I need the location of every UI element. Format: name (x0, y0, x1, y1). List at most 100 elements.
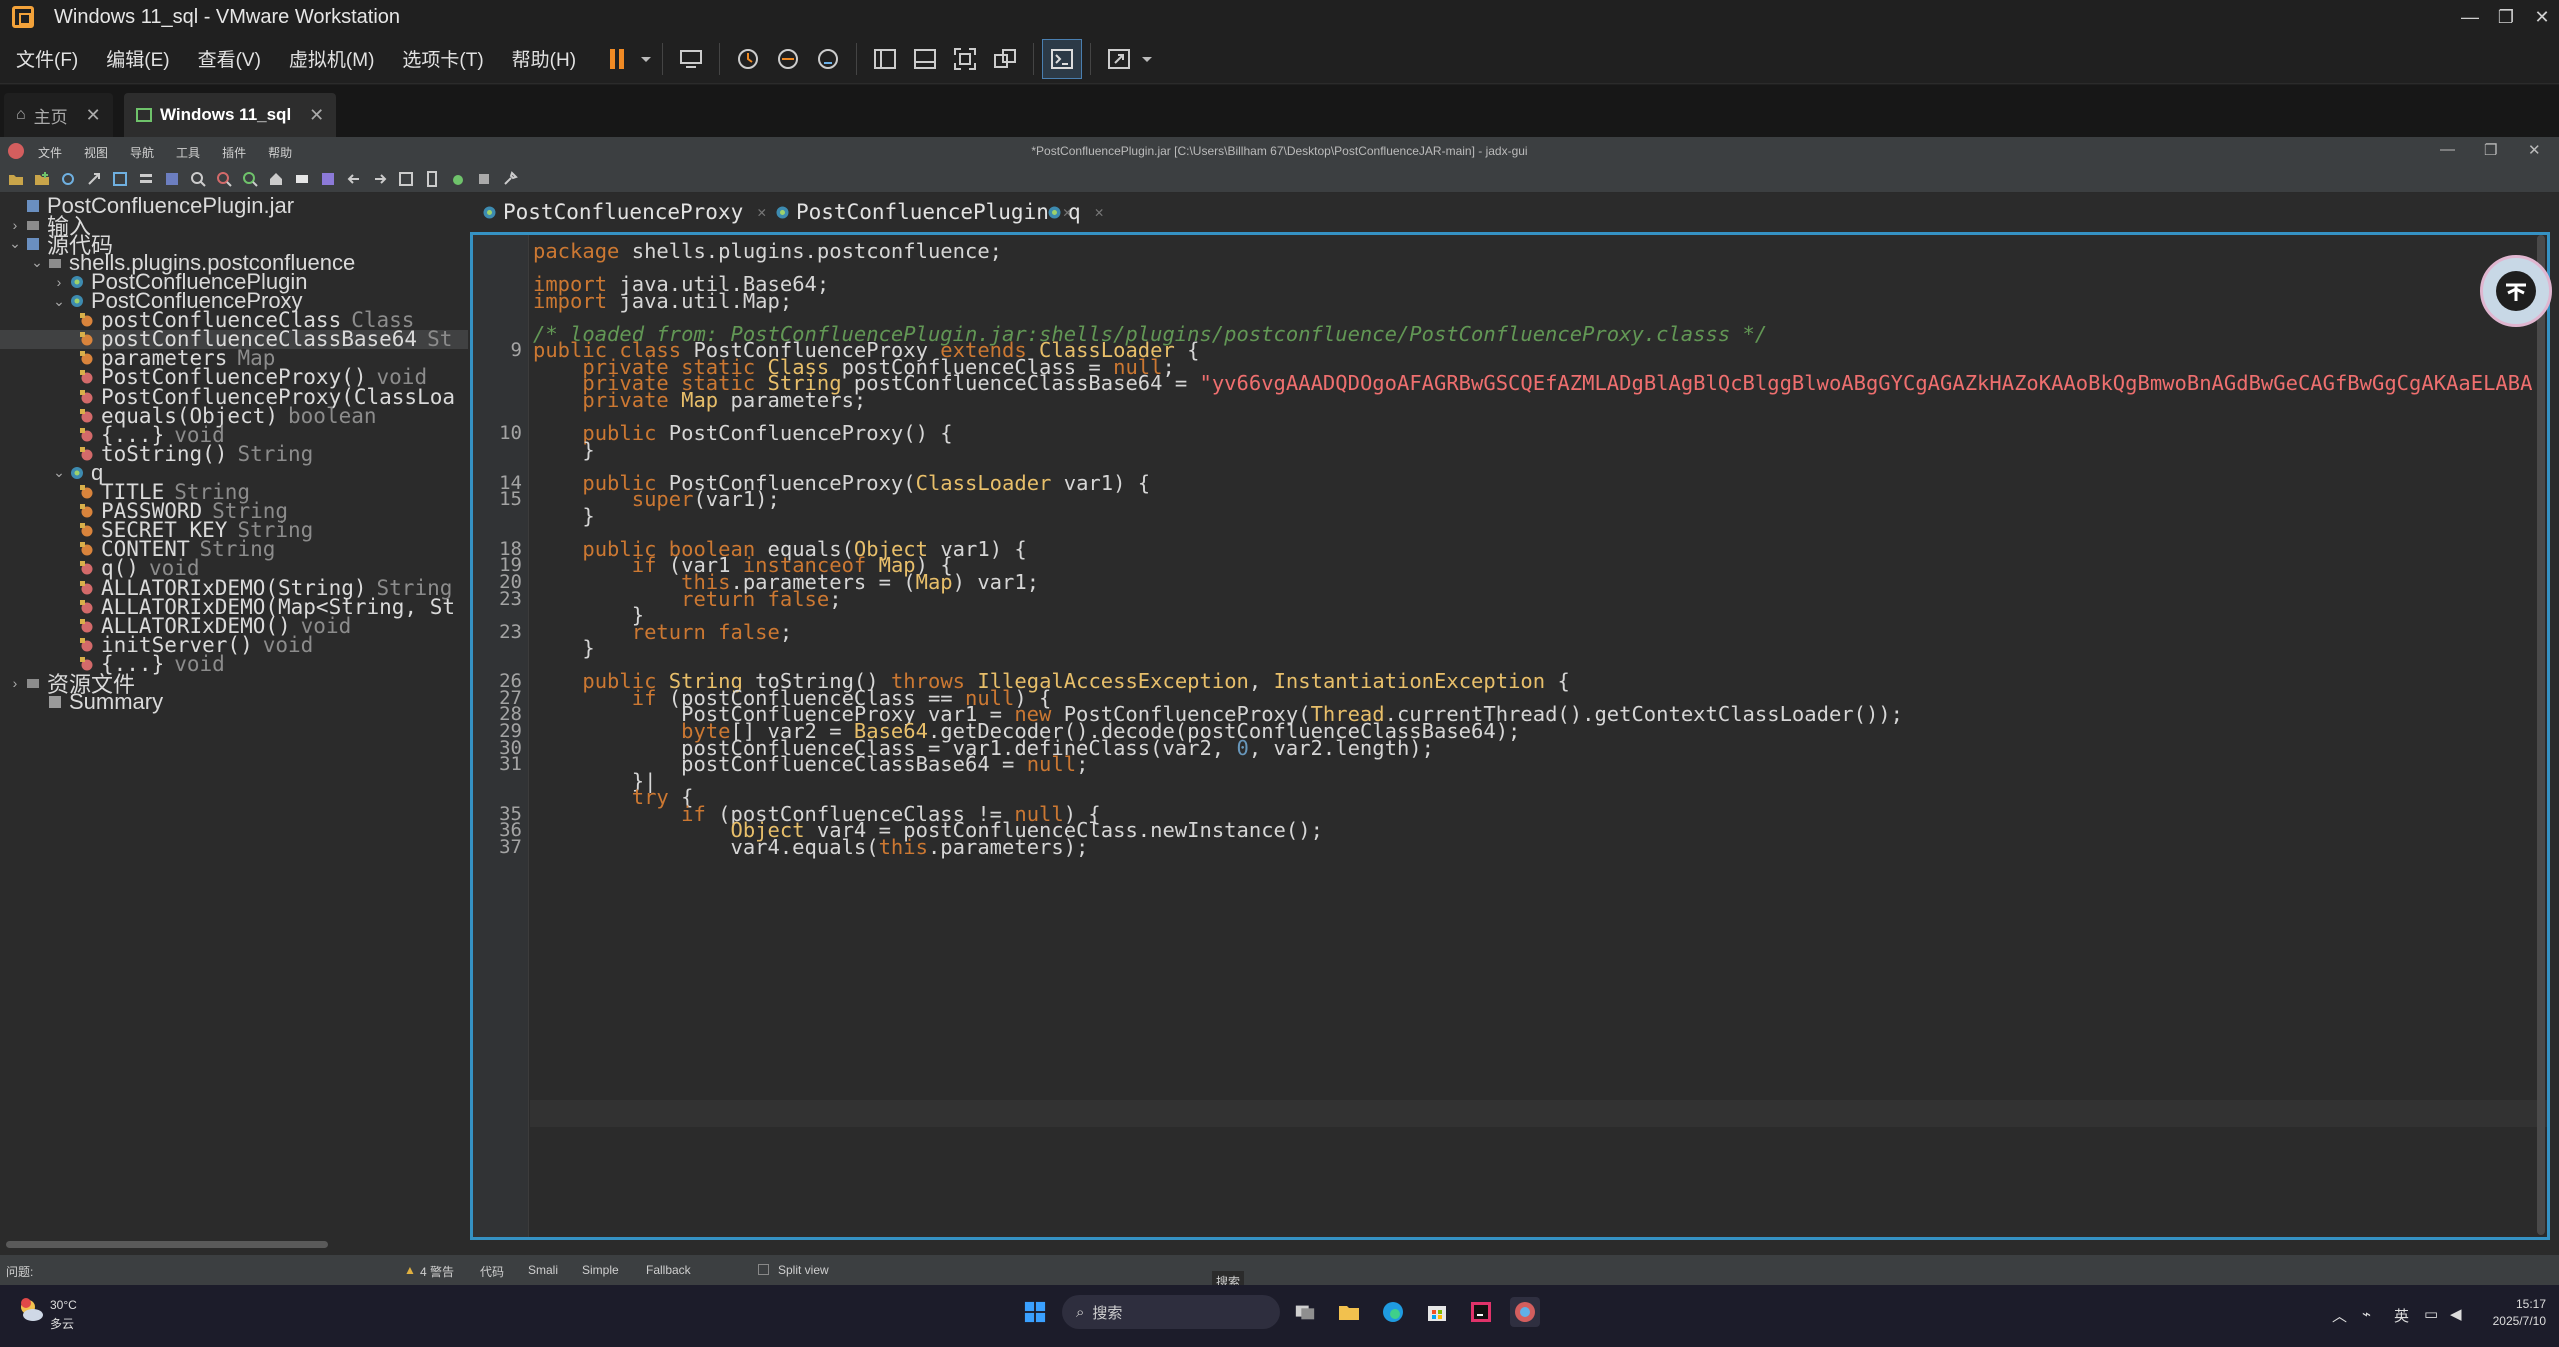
mode-code[interactable]: 代码 (480, 1263, 504, 1280)
jadx-close-icon[interactable]: ✕ (2528, 141, 2541, 159)
snapshot-icon[interactable] (728, 39, 768, 79)
close-icon[interactable]: ✕ (2524, 0, 2559, 34)
thumbnail-view-icon[interactable] (905, 39, 945, 79)
code-line: package shells.plugins.postconfluence; (533, 239, 1003, 263)
export-icon[interactable] (84, 169, 104, 189)
split-view-checkbox[interactable] (758, 1264, 769, 1275)
menu-file[interactable]: 文件(F) (0, 45, 90, 72)
pause-icon[interactable] (598, 39, 638, 79)
menu-vm[interactable]: 虚拟机(M) (273, 45, 386, 72)
line-number: 23 (499, 587, 522, 610)
taskbar-search[interactable]: ⌕ 搜索 (1062, 1295, 1280, 1329)
mode-smali[interactable]: Smali (528, 1263, 558, 1277)
menu-edit[interactable]: 编辑(E) (90, 45, 181, 72)
edge-icon[interactable] (1378, 1297, 1408, 1327)
text-search-icon[interactable] (188, 169, 208, 189)
stop-icon[interactable] (474, 169, 494, 189)
editor-tab-postconfluenceplugin[interactable]: PostConfluencePlugin ✕ (775, 194, 1072, 230)
store-icon[interactable] (1422, 1297, 1452, 1327)
minimize-icon[interactable]: — (2452, 0, 2488, 34)
back-icon[interactable] (344, 169, 364, 189)
code-editor[interactable]: 9 10 14 15 18 19 20 23 23 26 27 28 29 30 31 35 36 37 pack… (470, 232, 2550, 1240)
menu-view[interactable]: 查看(V) (182, 45, 273, 72)
ime-indicator[interactable]: 英 (2394, 1305, 2409, 1326)
unity-icon[interactable] (985, 39, 1025, 79)
file-explorer-icon[interactable] (1334, 1297, 1364, 1327)
tree-node[interactable]: ⌄ q (50, 460, 103, 485)
open-file-icon[interactable] (6, 169, 26, 189)
editor-vertical-scrollbar[interactable] (2537, 235, 2545, 1235)
tray-chevron-icon[interactable]: ︿ (2332, 1305, 2347, 1326)
close-tab-icon[interactable]: ✕ (1095, 203, 1104, 221)
expand-arrow-icon[interactable]: › (6, 217, 24, 233)
restore-icon[interactable]: ❐ (2488, 0, 2524, 34)
code-area[interactable]: package shells.plugins.postconfluence; im… (533, 235, 2533, 1237)
expand-arrow-icon[interactable]: ⌄ (50, 293, 68, 310)
jadx-minimize-icon[interactable]: — (2440, 141, 2455, 158)
revert-snapshot-icon[interactable] (768, 39, 808, 79)
expand-arrow-icon[interactable]: › (6, 675, 24, 691)
intellij-icon[interactable] (1466, 1297, 1496, 1327)
task-view-icon[interactable] (1290, 1297, 1320, 1327)
display-icon[interactable]: ▭ (2424, 1305, 2438, 1323)
jadx-taskbar-icon[interactable] (1510, 1297, 1540, 1327)
editor-tab-q[interactable]: q ✕ (1047, 194, 1104, 230)
home-icon[interactable] (266, 169, 286, 189)
tree-node[interactable]: postConfluenceClassBase64 St (0, 327, 468, 351)
menu-help[interactable]: 帮助(H) (496, 45, 588, 72)
expand-arrow-icon[interactable]: › (50, 274, 68, 290)
tree-horizontal-scrollbar[interactable] (6, 1241, 328, 1248)
assistant-avatar[interactable] (2480, 255, 2552, 327)
mode-simple[interactable]: Simple (582, 1263, 619, 1277)
network-icon[interactable]: ⌁ (2362, 1305, 2371, 1323)
editor-tab-postconfluenceproxy[interactable]: PostConfluenceProxy ✕ (482, 194, 766, 230)
snapshot-manager-icon[interactable] (808, 39, 848, 79)
mobile-icon[interactable] (422, 169, 442, 189)
expand-arrow-icon[interactable]: ⌄ (28, 254, 46, 271)
console-view-icon[interactable] (1042, 38, 1083, 79)
fullscreen-icon[interactable] (945, 39, 985, 79)
menu-tabs[interactable]: 选项卡(T) (386, 45, 495, 72)
warnings-count[interactable]: 4 警告 (420, 1263, 454, 1280)
jadx-restore-icon[interactable]: ❐ (2484, 141, 2497, 159)
stretch-dropdown-icon[interactable] (1139, 39, 1155, 79)
class-icon (71, 295, 83, 307)
debug-icon[interactable] (448, 169, 468, 189)
preferences-icon[interactable] (500, 169, 520, 189)
send-ctrl-alt-del-icon[interactable] (671, 39, 711, 79)
close-tab-icon[interactable]: ✕ (309, 105, 324, 126)
sidebar-view-icon[interactable] (865, 39, 905, 79)
deobf-icon[interactable] (162, 169, 182, 189)
start-icon[interactable] (1020, 1297, 1050, 1327)
tab-home[interactable]: ⌂ 主页 ✕ (4, 93, 113, 137)
flatten-packages-icon[interactable] (136, 169, 156, 189)
tree-node-type: String (237, 441, 314, 466)
tree-node[interactable]: toString() String (78, 441, 314, 466)
weather-icon[interactable] (16, 1295, 46, 1325)
clock-time[interactable]: 15:17 (2486, 1297, 2546, 1311)
field-icon (80, 332, 93, 346)
sync-tree-icon[interactable] (110, 169, 130, 189)
forward-icon[interactable] (370, 169, 390, 189)
expand-arrow-icon[interactable]: ⌄ (50, 464, 68, 481)
usage-search-icon[interactable] (240, 169, 260, 189)
reload-icon[interactable] (58, 169, 78, 189)
mode-fallback[interactable]: Fallback (646, 1263, 691, 1277)
close-tab-icon[interactable]: ✕ (757, 203, 766, 221)
class-search-icon[interactable] (214, 169, 234, 189)
decompile-all-icon[interactable] (292, 169, 312, 189)
tab-vm[interactable]: Windows 11_sql ✕ (124, 93, 337, 137)
close-tab-icon[interactable]: ✕ (86, 105, 101, 126)
quark-icon[interactable] (396, 169, 416, 189)
log-icon[interactable] (318, 169, 338, 189)
expand-arrow-icon[interactable]: ⌄ (6, 235, 24, 252)
tree-node-type: void (174, 651, 225, 676)
clock-date[interactable]: 2025/7/10 (2480, 1314, 2546, 1328)
add-files-icon[interactable] (32, 169, 52, 189)
class-icon (71, 275, 83, 288)
volume-icon[interactable]: ◀ (2450, 1305, 2462, 1323)
tree-node[interactable]: Summary (28, 689, 163, 714)
stretch-guest-icon[interactable] (1099, 39, 1139, 79)
pause-dropdown-icon[interactable] (638, 39, 654, 79)
code-line: } (533, 503, 595, 528)
